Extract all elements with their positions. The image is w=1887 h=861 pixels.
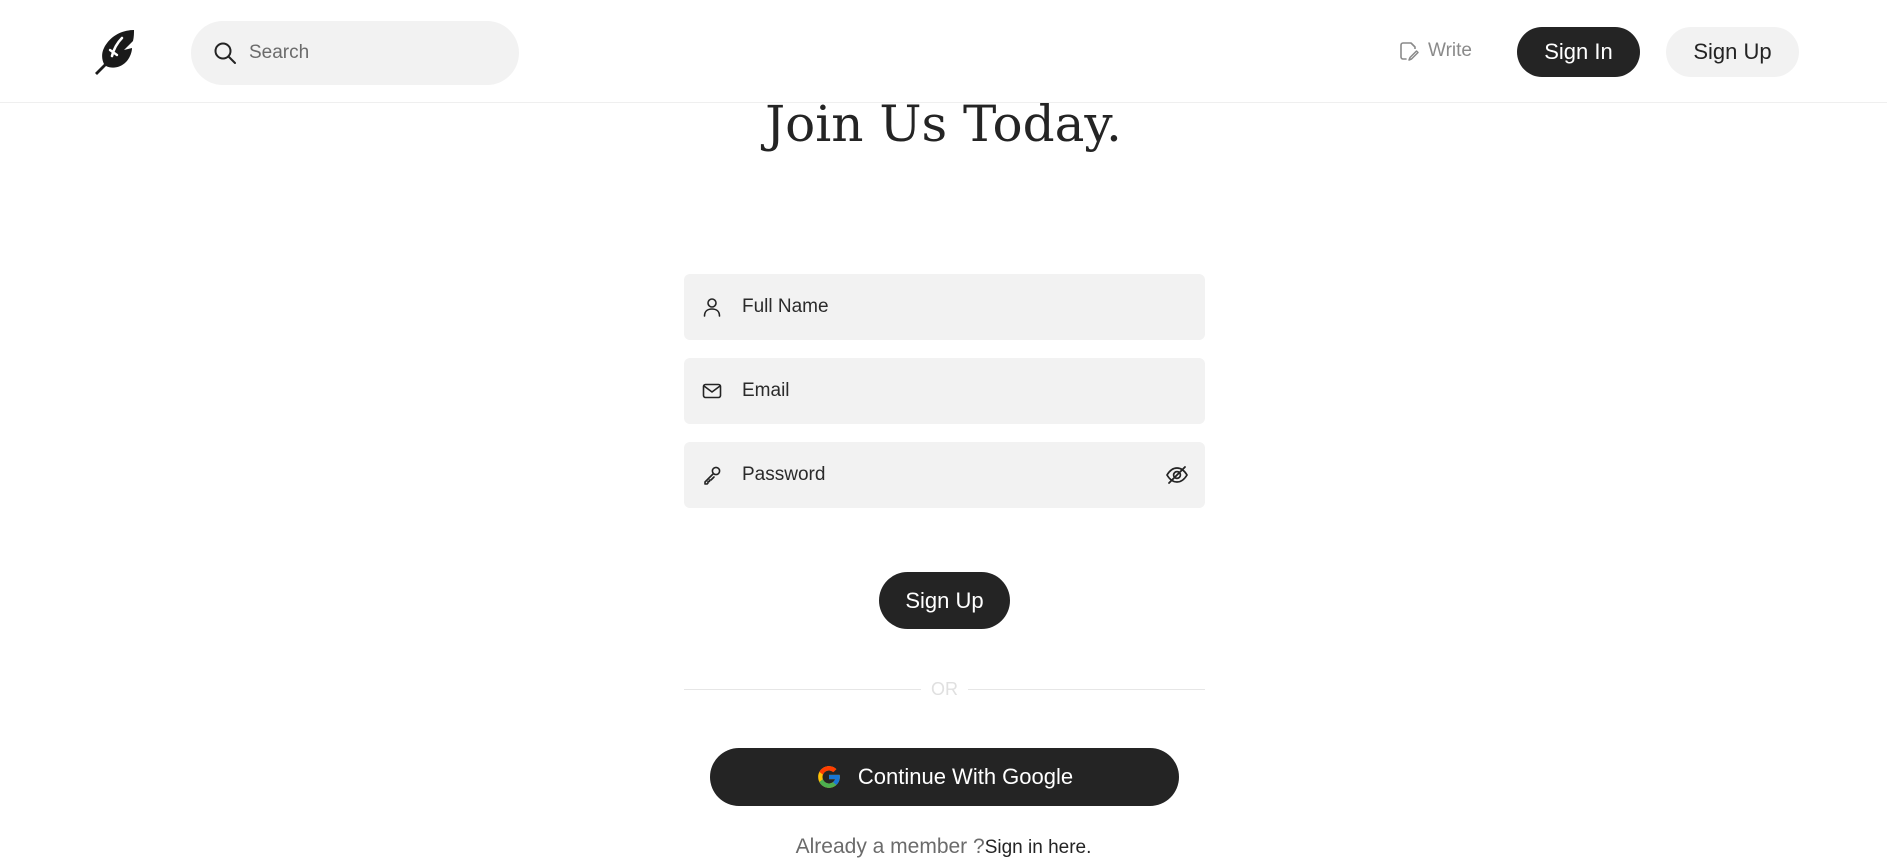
full-name-field[interactable] bbox=[684, 274, 1205, 340]
search-input[interactable] bbox=[247, 21, 497, 85]
password-field[interactable] bbox=[684, 442, 1205, 508]
mail-icon bbox=[702, 383, 722, 399]
nav-sign-in-button[interactable]: Sign In bbox=[1517, 27, 1640, 77]
write-link[interactable]: Write bbox=[1398, 36, 1472, 66]
full-name-input[interactable] bbox=[740, 274, 1140, 340]
google-icon bbox=[818, 766, 840, 788]
password-input[interactable] bbox=[740, 442, 1140, 508]
search-box[interactable] bbox=[191, 21, 519, 85]
email-field[interactable] bbox=[684, 358, 1205, 424]
write-label: Write bbox=[1428, 40, 1472, 61]
feather-icon bbox=[95, 30, 134, 75]
user-icon bbox=[703, 298, 721, 317]
logo-feather-icon[interactable] bbox=[88, 26, 140, 78]
edit-note-icon bbox=[1400, 42, 1419, 61]
page-title: Join Us Today. bbox=[765, 95, 1122, 153]
nav-sign-up-button[interactable]: Sign Up bbox=[1666, 27, 1799, 77]
divider-line-right bbox=[968, 689, 1205, 690]
continue-with-google-button[interactable]: Continue With Google bbox=[710, 748, 1179, 806]
sign-up-button[interactable]: Sign Up bbox=[879, 572, 1010, 629]
navbar: Write Sign In Sign Up bbox=[0, 0, 1887, 103]
email-input[interactable] bbox=[740, 358, 1140, 424]
key-icon bbox=[704, 466, 721, 485]
google-button-label: Continue With Google bbox=[857, 764, 1074, 789]
or-divider: OR bbox=[684, 676, 1205, 702]
search-icon bbox=[214, 42, 236, 64]
eye-off-icon[interactable] bbox=[1165, 464, 1189, 486]
already-member-line: Already a member ?Sign in here. bbox=[0, 834, 1887, 861]
